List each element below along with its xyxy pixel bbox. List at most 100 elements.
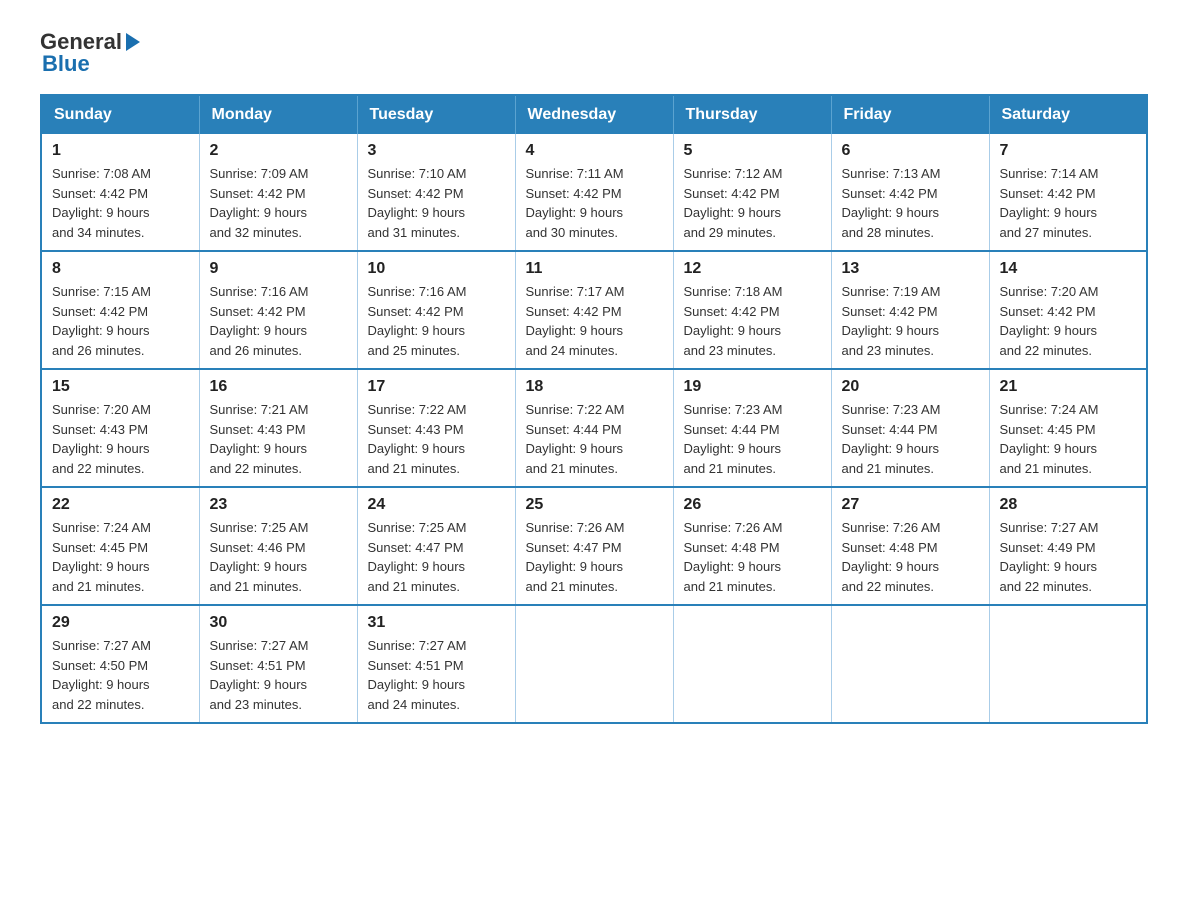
- day-number: 3: [368, 142, 505, 160]
- calendar-day-cell: 5 Sunrise: 7:12 AMSunset: 4:42 PMDayligh…: [673, 134, 831, 251]
- day-number: 13: [842, 260, 979, 278]
- calendar-day-cell: 19 Sunrise: 7:23 AMSunset: 4:44 PMDaylig…: [673, 369, 831, 487]
- calendar-day-cell: 11 Sunrise: 7:17 AMSunset: 4:42 PMDaylig…: [515, 251, 673, 369]
- day-number: 16: [210, 378, 347, 396]
- day-info: Sunrise: 7:21 AMSunset: 4:43 PMDaylight:…: [210, 400, 347, 478]
- day-info: Sunrise: 7:27 AMSunset: 4:50 PMDaylight:…: [52, 636, 189, 714]
- calendar-week-row: 1 Sunrise: 7:08 AMSunset: 4:42 PMDayligh…: [41, 134, 1147, 251]
- calendar-day-cell: 17 Sunrise: 7:22 AMSunset: 4:43 PMDaylig…: [357, 369, 515, 487]
- day-number: 1: [52, 142, 189, 160]
- day-number: 27: [842, 496, 979, 514]
- day-number: 6: [842, 142, 979, 160]
- day-number: 4: [526, 142, 663, 160]
- calendar-day-cell: 27 Sunrise: 7:26 AMSunset: 4:48 PMDaylig…: [831, 487, 989, 605]
- calendar-day-cell: 26 Sunrise: 7:26 AMSunset: 4:48 PMDaylig…: [673, 487, 831, 605]
- day-number: 29: [52, 614, 189, 632]
- weekday-header-thursday: Thursday: [673, 95, 831, 134]
- day-number: 2: [210, 142, 347, 160]
- calendar-day-cell: 20 Sunrise: 7:23 AMSunset: 4:44 PMDaylig…: [831, 369, 989, 487]
- day-number: 23: [210, 496, 347, 514]
- calendar-day-cell: 31 Sunrise: 7:27 AMSunset: 4:51 PMDaylig…: [357, 605, 515, 723]
- weekday-header-row: SundayMondayTuesdayWednesdayThursdayFrid…: [41, 95, 1147, 134]
- weekday-header-friday: Friday: [831, 95, 989, 134]
- weekday-header-saturday: Saturday: [989, 95, 1147, 134]
- day-info: Sunrise: 7:25 AMSunset: 4:47 PMDaylight:…: [368, 518, 505, 596]
- calendar-day-cell: [673, 605, 831, 723]
- day-info: Sunrise: 7:26 AMSunset: 4:48 PMDaylight:…: [842, 518, 979, 596]
- day-number: 22: [52, 496, 189, 514]
- day-number: 15: [52, 378, 189, 396]
- day-number: 21: [1000, 378, 1137, 396]
- calendar-day-cell: 21 Sunrise: 7:24 AMSunset: 4:45 PMDaylig…: [989, 369, 1147, 487]
- calendar-day-cell: 4 Sunrise: 7:11 AMSunset: 4:42 PMDayligh…: [515, 134, 673, 251]
- day-number: 30: [210, 614, 347, 632]
- day-info: Sunrise: 7:23 AMSunset: 4:44 PMDaylight:…: [684, 400, 821, 478]
- day-info: Sunrise: 7:10 AMSunset: 4:42 PMDaylight:…: [368, 164, 505, 242]
- calendar-week-row: 15 Sunrise: 7:20 AMSunset: 4:43 PMDaylig…: [41, 369, 1147, 487]
- day-info: Sunrise: 7:27 AMSunset: 4:51 PMDaylight:…: [210, 636, 347, 714]
- calendar-day-cell: [515, 605, 673, 723]
- day-info: Sunrise: 7:23 AMSunset: 4:44 PMDaylight:…: [842, 400, 979, 478]
- day-number: 19: [684, 378, 821, 396]
- weekday-header-wednesday: Wednesday: [515, 95, 673, 134]
- calendar-day-cell: [989, 605, 1147, 723]
- day-info: Sunrise: 7:20 AMSunset: 4:42 PMDaylight:…: [1000, 282, 1137, 360]
- day-number: 25: [526, 496, 663, 514]
- calendar-day-cell: 9 Sunrise: 7:16 AMSunset: 4:42 PMDayligh…: [199, 251, 357, 369]
- day-number: 8: [52, 260, 189, 278]
- calendar-day-cell: 14 Sunrise: 7:20 AMSunset: 4:42 PMDaylig…: [989, 251, 1147, 369]
- calendar-day-cell: 1 Sunrise: 7:08 AMSunset: 4:42 PMDayligh…: [41, 134, 199, 251]
- day-info: Sunrise: 7:24 AMSunset: 4:45 PMDaylight:…: [1000, 400, 1137, 478]
- logo: General Blue: [40, 30, 144, 76]
- calendar-day-cell: 15 Sunrise: 7:20 AMSunset: 4:43 PMDaylig…: [41, 369, 199, 487]
- day-info: Sunrise: 7:27 AMSunset: 4:51 PMDaylight:…: [368, 636, 505, 714]
- day-info: Sunrise: 7:22 AMSunset: 4:43 PMDaylight:…: [368, 400, 505, 478]
- day-number: 12: [684, 260, 821, 278]
- day-info: Sunrise: 7:27 AMSunset: 4:49 PMDaylight:…: [1000, 518, 1137, 596]
- weekday-header-monday: Monday: [199, 95, 357, 134]
- calendar-day-cell: 12 Sunrise: 7:18 AMSunset: 4:42 PMDaylig…: [673, 251, 831, 369]
- calendar-day-cell: 10 Sunrise: 7:16 AMSunset: 4:42 PMDaylig…: [357, 251, 515, 369]
- day-info: Sunrise: 7:26 AMSunset: 4:48 PMDaylight:…: [684, 518, 821, 596]
- weekday-header-sunday: Sunday: [41, 95, 199, 134]
- calendar-day-cell: 30 Sunrise: 7:27 AMSunset: 4:51 PMDaylig…: [199, 605, 357, 723]
- day-number: 14: [1000, 260, 1137, 278]
- calendar-day-cell: 18 Sunrise: 7:22 AMSunset: 4:44 PMDaylig…: [515, 369, 673, 487]
- calendar-day-cell: 28 Sunrise: 7:27 AMSunset: 4:49 PMDaylig…: [989, 487, 1147, 605]
- day-number: 9: [210, 260, 347, 278]
- day-info: Sunrise: 7:18 AMSunset: 4:42 PMDaylight:…: [684, 282, 821, 360]
- logo-block: General Blue: [40, 30, 144, 76]
- day-info: Sunrise: 7:26 AMSunset: 4:47 PMDaylight:…: [526, 518, 663, 596]
- day-number: 5: [684, 142, 821, 160]
- day-info: Sunrise: 7:17 AMSunset: 4:42 PMDaylight:…: [526, 282, 663, 360]
- day-info: Sunrise: 7:15 AMSunset: 4:42 PMDaylight:…: [52, 282, 189, 360]
- calendar-day-cell: 2 Sunrise: 7:09 AMSunset: 4:42 PMDayligh…: [199, 134, 357, 251]
- day-number: 7: [1000, 142, 1137, 160]
- calendar-day-cell: 13 Sunrise: 7:19 AMSunset: 4:42 PMDaylig…: [831, 251, 989, 369]
- day-info: Sunrise: 7:11 AMSunset: 4:42 PMDaylight:…: [526, 164, 663, 242]
- logo-arrow-icon: [122, 31, 144, 53]
- day-number: 26: [684, 496, 821, 514]
- calendar-day-cell: 25 Sunrise: 7:26 AMSunset: 4:47 PMDaylig…: [515, 487, 673, 605]
- day-info: Sunrise: 7:12 AMSunset: 4:42 PMDaylight:…: [684, 164, 821, 242]
- calendar-day-cell: 6 Sunrise: 7:13 AMSunset: 4:42 PMDayligh…: [831, 134, 989, 251]
- day-number: 20: [842, 378, 979, 396]
- page-header: General Blue: [40, 30, 1148, 76]
- calendar-day-cell: [831, 605, 989, 723]
- day-info: Sunrise: 7:16 AMSunset: 4:42 PMDaylight:…: [368, 282, 505, 360]
- day-info: Sunrise: 7:20 AMSunset: 4:43 PMDaylight:…: [52, 400, 189, 478]
- day-info: Sunrise: 7:24 AMSunset: 4:45 PMDaylight:…: [52, 518, 189, 596]
- calendar-day-cell: 23 Sunrise: 7:25 AMSunset: 4:46 PMDaylig…: [199, 487, 357, 605]
- calendar-week-row: 29 Sunrise: 7:27 AMSunset: 4:50 PMDaylig…: [41, 605, 1147, 723]
- day-number: 28: [1000, 496, 1137, 514]
- calendar-day-cell: 16 Sunrise: 7:21 AMSunset: 4:43 PMDaylig…: [199, 369, 357, 487]
- calendar-table: SundayMondayTuesdayWednesdayThursdayFrid…: [40, 94, 1148, 724]
- day-number: 31: [368, 614, 505, 632]
- day-info: Sunrise: 7:09 AMSunset: 4:42 PMDaylight:…: [210, 164, 347, 242]
- day-info: Sunrise: 7:14 AMSunset: 4:42 PMDaylight:…: [1000, 164, 1137, 242]
- day-info: Sunrise: 7:19 AMSunset: 4:42 PMDaylight:…: [842, 282, 979, 360]
- day-number: 11: [526, 260, 663, 278]
- day-info: Sunrise: 7:22 AMSunset: 4:44 PMDaylight:…: [526, 400, 663, 478]
- day-info: Sunrise: 7:25 AMSunset: 4:46 PMDaylight:…: [210, 518, 347, 596]
- calendar-day-cell: 3 Sunrise: 7:10 AMSunset: 4:42 PMDayligh…: [357, 134, 515, 251]
